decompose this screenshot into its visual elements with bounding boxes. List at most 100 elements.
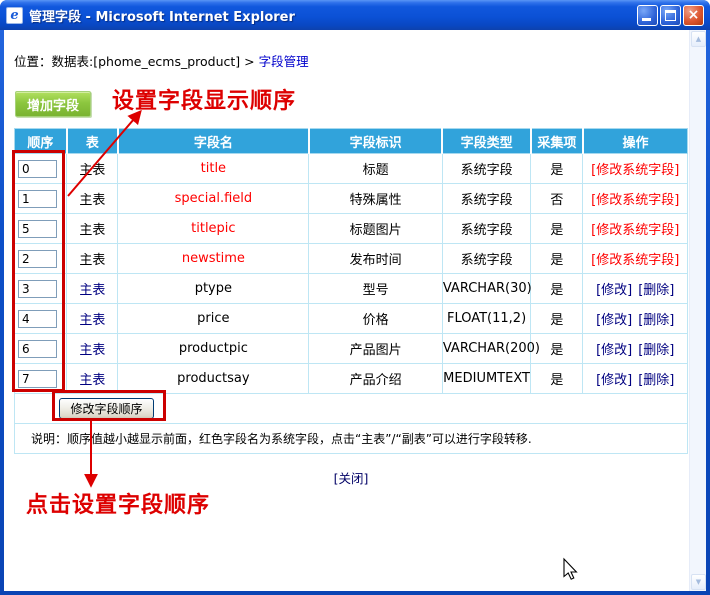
collect-item-cell: 是 — [531, 304, 583, 334]
operation-link[interactable]: [修改] — [596, 283, 632, 298]
table-cell: 主表 — [67, 304, 118, 334]
column-header-5: 采集项 — [531, 129, 583, 154]
operations-cell: [修改系统字段] — [583, 214, 688, 244]
field-name-cell: special.field — [118, 184, 309, 214]
field-label-cell: 发布时间 — [309, 244, 443, 274]
main-table-label: 主表 — [79, 223, 105, 238]
scroll-up-icon[interactable]: ▲ — [691, 31, 706, 47]
table-row: 主表 price 价格FLOAT(11,2)是 [修改] [删除] — [15, 304, 688, 334]
main-table-label: 主表 — [79, 253, 105, 268]
table-row: 主表 titlepic 标题图片系统字段是 [修改系统字段] — [15, 214, 688, 244]
operation-link[interactable]: [修改系统字段] — [591, 163, 679, 178]
breadcrumb-label: 位置：数据表:[phome_ecms_product] > — [14, 54, 259, 69]
breadcrumb: 位置：数据表:[phome_ecms_product] > 字段管理 — [14, 51, 309, 70]
main-table-label: 主表 — [79, 163, 105, 178]
scroll-down-icon[interactable]: ▼ — [691, 574, 706, 590]
operation-link[interactable]: [删除] — [638, 313, 674, 328]
table-cell: 主表 — [67, 154, 118, 184]
collect-item-cell: 是 — [531, 274, 583, 304]
column-header-4: 字段类型 — [442, 129, 530, 154]
field-type-cell: 系统字段 — [442, 244, 530, 274]
field-name: titlepic — [191, 221, 235, 236]
add-field-button[interactable]: 增加字段 — [15, 91, 91, 117]
close-page-link[interactable]: [关闭] — [14, 468, 688, 487]
vertical-scrollbar[interactable]: ▲ ▼ — [689, 30, 706, 591]
operation-link[interactable]: [删除] — [638, 283, 674, 298]
operation-link[interactable]: [修改系统字段] — [591, 193, 679, 208]
table-cell: 主表 — [67, 334, 118, 364]
table-cell: 主表 — [67, 364, 118, 394]
field-type-cell: VARCHAR(200) — [442, 334, 530, 364]
operation-link[interactable]: [修改] — [596, 373, 632, 388]
table-note: 说明：顺序值越小越显示前面，红色字段名为系统字段，点击“主表”/“副表”可以进行… — [15, 424, 688, 454]
field-label-cell: 价格 — [309, 304, 443, 334]
table-row: 主表 newstime 发布时间系统字段是 [修改系统字段] — [15, 244, 688, 274]
field-type-cell: VARCHAR(30) — [442, 274, 530, 304]
operations-cell: [修改系统字段] — [583, 154, 688, 184]
main-table-link[interactable]: 主表 — [79, 283, 105, 298]
field-name: newstime — [182, 251, 245, 266]
column-header-2: 字段名 — [118, 129, 309, 154]
maximize-button[interactable] — [660, 5, 681, 26]
collect-item-cell: 是 — [531, 214, 583, 244]
table-row: 主表title标题系统字段是[修改系统字段] — [15, 154, 688, 184]
table-cell: 主表 — [67, 184, 118, 214]
field-type-cell: FLOAT(11,2) — [442, 304, 530, 334]
operations-cell: [修改] [删除] — [583, 304, 688, 334]
collect-item-cell: 是 — [531, 364, 583, 394]
operations-cell: [修改系统字段] — [583, 184, 688, 214]
annotation-set-order-text: 设置字段显示顺序 — [112, 83, 296, 115]
collect-item-cell: 是 — [531, 154, 583, 184]
field-name: ptype — [195, 281, 232, 296]
field-type-cell: 系统字段 — [442, 214, 530, 244]
field-name: special.field — [175, 191, 253, 206]
field-name-cell: titlepic — [118, 214, 309, 244]
field-label-cell: 产品图片 — [309, 334, 443, 364]
field-label-cell: 型号 — [309, 274, 443, 304]
ie-document-icon: e — [6, 7, 23, 24]
main-table-link[interactable]: 主表 — [79, 313, 105, 328]
field-name: productsay — [177, 371, 249, 386]
operation-link[interactable]: [修改系统字段] — [591, 223, 679, 238]
operations-cell: [修改] [删除] — [583, 274, 688, 304]
collect-item-cell: 是 — [531, 244, 583, 274]
main-table-link[interactable]: 主表 — [79, 343, 105, 358]
operations-cell: [修改] [删除] — [583, 334, 688, 364]
table-row: 主表productsay产品介绍MEDIUMTEXT是[修改][删除] — [15, 364, 688, 394]
field-name-cell: ptype — [118, 274, 309, 304]
operations-cell: [修改系统字段] — [583, 244, 688, 274]
field-name-cell: productpic — [118, 334, 309, 364]
field-label-cell: 标题 — [309, 154, 443, 184]
field-name-cell: newstime — [118, 244, 309, 274]
operation-link[interactable]: [删除] — [638, 373, 674, 388]
field-label-cell: 标题图片 — [309, 214, 443, 244]
column-header-3: 字段标识 — [309, 129, 443, 154]
column-header-6: 操作 — [583, 129, 688, 154]
table-cell: 主表 — [67, 244, 118, 274]
close-icon: × — [684, 6, 703, 24]
main-table-link[interactable]: 主表 — [79, 373, 105, 388]
close-button[interactable]: × — [683, 5, 704, 26]
annotation-click-order-text: 点击设置字段顺序 — [26, 487, 210, 519]
field-name-cell: title — [118, 154, 309, 184]
field-label-cell: 产品介绍 — [309, 364, 443, 394]
field-name: title — [201, 161, 226, 176]
field-type-cell: 系统字段 — [442, 184, 530, 214]
annotation-box-modify-button — [52, 390, 166, 421]
window-controls: × — [637, 5, 704, 26]
table-cell: 主表 — [67, 214, 118, 244]
minimize-button[interactable] — [637, 5, 658, 26]
field-name: price — [197, 311, 229, 326]
operation-link[interactable]: [修改] — [596, 313, 632, 328]
field-label-cell: 特殊属性 — [309, 184, 443, 214]
operation-link[interactable]: [修改] — [596, 343, 632, 358]
minimize-icon — [642, 18, 651, 21]
annotation-box-order-column — [12, 150, 65, 392]
operation-link[interactable]: [修改系统字段] — [591, 253, 679, 268]
operation-link[interactable]: [删除] — [638, 343, 674, 358]
table-row: 主表 ptype 型号VARCHAR(30)是 [修改] [删除] — [15, 274, 688, 304]
table-row: 主表productpic产品图片VARCHAR(200)是[修改][删除] — [15, 334, 688, 364]
breadcrumb-link-field-management[interactable]: 字段管理 — [259, 54, 309, 69]
table-cell: 主表 — [67, 274, 118, 304]
column-header-1: 表 — [67, 129, 118, 154]
